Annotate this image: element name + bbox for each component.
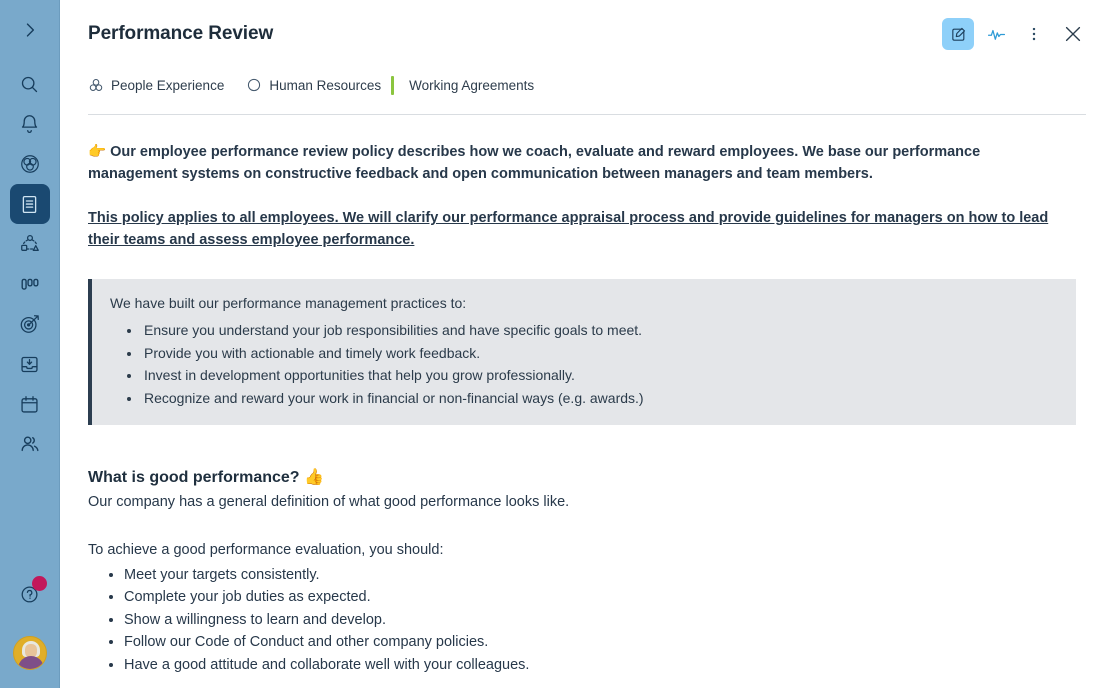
page-title: Performance Review — [88, 23, 274, 44]
list-item: Ensure you understand your job responsib… — [142, 319, 1058, 342]
three-circles-icon — [88, 77, 104, 93]
page-header: Performance Review — [60, 0, 1114, 68]
left-sidebar — [0, 0, 60, 688]
section-heading: What is good performance? 👍 — [88, 467, 1086, 487]
edit-pencil-icon — [951, 27, 965, 41]
sidebar-item-people[interactable] — [10, 424, 50, 464]
sidebar-item-help[interactable] — [10, 574, 50, 614]
callout-lead: We have built our performance management… — [110, 295, 467, 311]
app-window: Performance Review People Experience Hum… — [0, 0, 1114, 688]
avatar[interactable] — [12, 636, 47, 670]
header-actions — [942, 17, 1090, 51]
activity-button[interactable] — [980, 18, 1012, 50]
good-performance-list: Meet your targets consistently. Complete… — [88, 564, 1086, 676]
breadcrumb: People Experience Human Resources Workin… — [60, 68, 1114, 102]
inbox-icon — [21, 356, 38, 372]
list-item: Meet your targets consistently. — [124, 564, 1086, 586]
list-item: Recognize and reward your work in financ… — [142, 387, 1058, 410]
callout-list: Ensure you understand your job responsib… — [110, 319, 1058, 409]
kanban-columns-icon — [21, 278, 38, 290]
chevron-right-icon — [26, 23, 34, 37]
three-circles-icon — [89, 79, 103, 91]
sidebar-item-search[interactable] — [10, 64, 50, 104]
sidebar-item-goals[interactable] — [10, 304, 50, 344]
breadcrumb-label: People Experience — [111, 77, 225, 93]
circle-outline-icon — [248, 78, 261, 92]
target-icon — [20, 315, 39, 333]
close-x-icon — [1065, 26, 1081, 42]
list-item: Show a willingness to learn and develop. — [124, 609, 1086, 631]
list-item: Complete your job duties as expected. — [124, 586, 1086, 608]
bell-icon — [21, 114, 38, 133]
section-heading-text: What is good performance? — [88, 469, 300, 486]
pointing-finger-emoji: 👉 — [88, 144, 107, 160]
circle-outline-icon — [246, 77, 262, 93]
activity-pulse-icon — [987, 29, 1005, 40]
circles-icon — [20, 155, 39, 173]
intro-paragraph: 👉 Our employee performance review policy… — [88, 141, 1058, 185]
search-icon — [21, 76, 38, 92]
sidebar-item-boards[interactable] — [10, 264, 50, 304]
thumbs-up-emoji: 👍 — [304, 467, 324, 486]
list-item: Have a good attitude and collaborate wel… — [124, 654, 1086, 676]
sidebar-item-calendar[interactable] — [10, 384, 50, 424]
section-lead: To achieve a good performance evaluation… — [88, 542, 444, 558]
list-item: Provide you with actionable and timely w… — [142, 342, 1058, 365]
close-button[interactable] — [1056, 17, 1090, 51]
breadcrumb-accent-bar — [391, 75, 395, 95]
help-notification-badge — [31, 576, 47, 591]
main-panel: Performance Review People Experience Hum… — [60, 0, 1114, 688]
document-body: 👉 Our employee performance review policy… — [60, 115, 1114, 676]
list-item: Invest in development opportunities that… — [142, 364, 1058, 387]
org-chart-icon — [20, 235, 39, 251]
intro-paragraph-text: Our employee performance review policy d… — [88, 144, 981, 182]
section-subtitle: Our company has a general definition of … — [88, 494, 570, 510]
more-vertical-icon — [1032, 27, 1036, 41]
breadcrumb-label: Working Agreements — [409, 77, 535, 93]
sidebar-item-inbox[interactable] — [10, 344, 50, 384]
breadcrumb-label: Human Resources — [269, 77, 382, 93]
sidebar-item-company[interactable] — [10, 144, 50, 184]
calendar-icon — [21, 395, 38, 413]
breadcrumb-item-working-agreements[interactable]: Working Agreements — [409, 78, 534, 93]
breadcrumb-item-human-resources[interactable]: Human Resources — [246, 77, 381, 93]
sidebar-item-org-chart[interactable] — [10, 224, 50, 264]
scope-paragraph: This policy applies to all employees. We… — [88, 210, 1049, 248]
edit-button[interactable] — [942, 18, 974, 50]
sidebar-item-notifications[interactable] — [10, 104, 50, 144]
expand-nav-button[interactable] — [10, 10, 50, 50]
list-item: Follow our Code of Conduct and other com… — [124, 631, 1086, 653]
document-icon — [22, 195, 37, 213]
people-icon — [21, 436, 38, 452]
practices-callout: We have built our performance management… — [88, 279, 1076, 425]
sidebar-item-documents[interactable] — [9, 184, 50, 224]
more-options-button[interactable] — [1018, 18, 1050, 50]
breadcrumb-item-people-experience[interactable]: People Experience — [88, 77, 224, 93]
